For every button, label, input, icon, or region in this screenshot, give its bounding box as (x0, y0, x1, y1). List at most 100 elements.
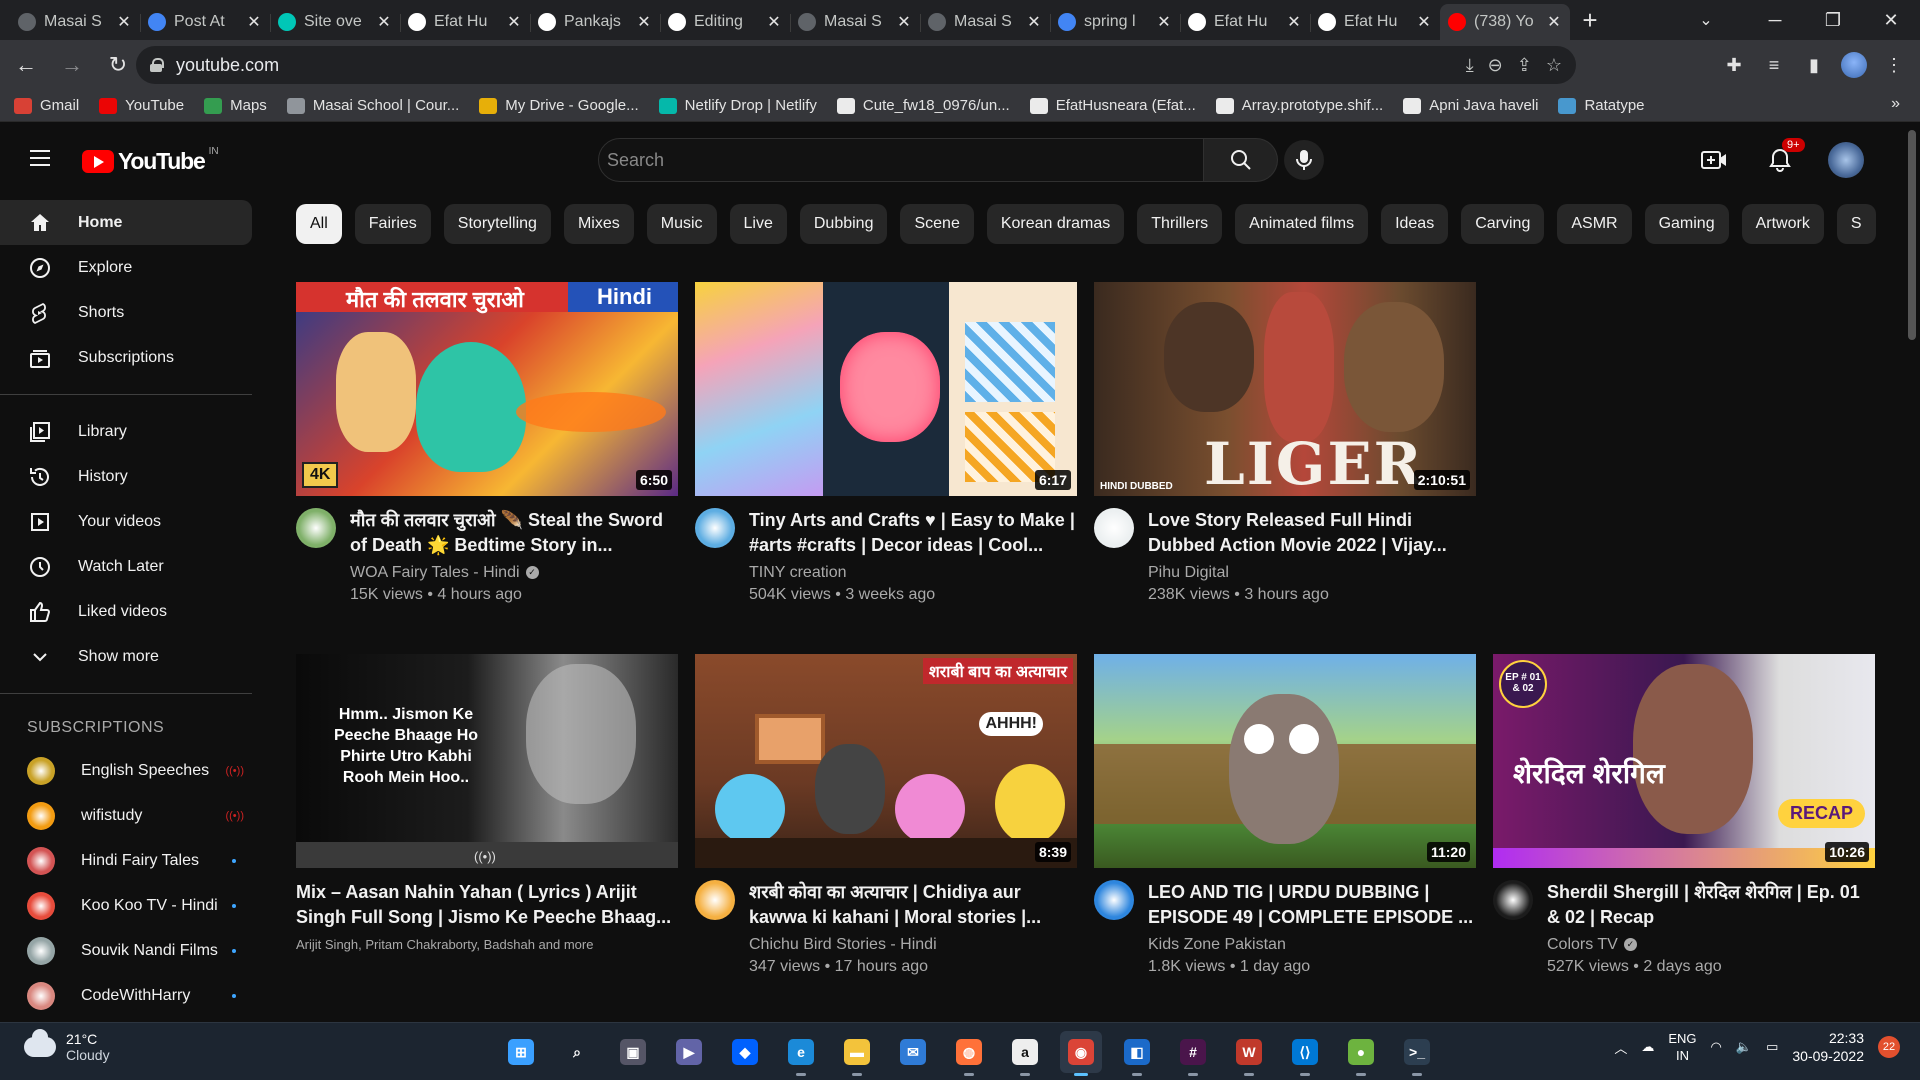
create-video-button[interactable] (1696, 142, 1732, 178)
tray-overflow-icon[interactable]: ︿ (1614, 1038, 1627, 1057)
taskbar-app-firefox[interactable]: ◍ (948, 1031, 990, 1076)
notifications-button[interactable]: 9+ (1762, 138, 1805, 178)
side-panel-icon[interactable]: ▮ (1798, 49, 1830, 81)
channel-avatar[interactable] (695, 508, 735, 548)
bookmark-item[interactable]: EfatHusneara (Efat... (1029, 97, 1196, 114)
sidebar-item-library[interactable]: Library (0, 409, 252, 454)
media-control-icon[interactable]: ≡ (1758, 49, 1790, 81)
channel-avatar[interactable] (1094, 880, 1134, 920)
sidebar-item-show-more[interactable]: Show more (0, 634, 252, 679)
tab-close-icon[interactable]: ✕ (1026, 12, 1042, 32)
search-button[interactable] (1204, 138, 1278, 182)
tab-close-icon[interactable]: ✕ (896, 12, 912, 32)
browser-tab[interactable]: Masai S ✕ (920, 6, 1050, 38)
video-thumbnail[interactable]: मौत की तलवार चुराओ Hindi 4K 6:50 (296, 282, 678, 496)
filter-chip[interactable]: Storytelling (443, 204, 551, 244)
video-card[interactable]: मौत की तलवार चुराओ Hindi 4K 6:50 मौत की तलवा… (296, 282, 678, 606)
video-title[interactable]: मौत की तलवार चुराओ 🪶 Steal the Sword of … (350, 508, 678, 558)
browser-tab[interactable]: Editing ✕ (660, 6, 790, 38)
taskbar-app-remote-desktop[interactable]: ◧ (1116, 1031, 1158, 1076)
channel-name[interactable]: Kids Zone Pakistan (1148, 936, 1286, 953)
url-text[interactable]: youtube.com (176, 55, 279, 76)
taskbar-app-springboot[interactable]: ● (1340, 1031, 1382, 1076)
reload-icon[interactable]: ↻ (98, 45, 138, 85)
filter-chip[interactable]: Fairies (354, 204, 431, 244)
tab-close-icon[interactable]: ✕ (116, 12, 132, 32)
filter-chip[interactable]: Artwork (1741, 204, 1824, 244)
browser-tab[interactable]: spring l ✕ (1050, 6, 1180, 38)
subscription-item[interactable]: CodeWithHarry (0, 973, 252, 1018)
taskbar-app-chrome[interactable]: ◉ (1060, 1031, 1102, 1076)
sidebar-item-your-videos[interactable]: Your videos (0, 499, 252, 544)
video-thumbnail[interactable]: शराबी बाप का अत्याचार AHHH! 8:39 (695, 654, 1077, 868)
menu-kebab-icon[interactable]: ⋮ (1878, 49, 1910, 81)
taskbar-app-dropbox[interactable]: ◆ (724, 1031, 766, 1073)
taskbar-app-vscode[interactable]: ⟨⟩ (1284, 1031, 1326, 1076)
video-title[interactable]: शरबी कोवा का अत्याचार | Chidiya aur kaww… (749, 880, 1077, 930)
profile-icon[interactable] (1838, 49, 1870, 81)
bookmark-item[interactable]: Gmail (14, 97, 79, 114)
filter-chip[interactable]: Animated films (1235, 204, 1369, 244)
sidebar-item-shorts[interactable]: Shorts (0, 290, 252, 335)
video-thumbnail[interactable]: शेरदिल शेरगिल RECAP EP # 01 & 02 10:26 (1493, 654, 1875, 868)
tab-close-icon[interactable]: ✕ (766, 12, 782, 32)
channel-avatar[interactable] (695, 880, 735, 920)
back-icon[interactable]: ← (6, 45, 46, 85)
browser-tab[interactable]: Masai S ✕ (10, 6, 140, 38)
sidebar-item-explore[interactable]: Explore (0, 245, 252, 290)
subscription-item[interactable]: Hindi Fairy Tales (0, 838, 252, 883)
sidebar-item-liked-videos[interactable]: Liked videos (0, 589, 252, 634)
tab-close-icon[interactable]: ✕ (506, 12, 522, 32)
clock[interactable]: 22:33 30-09-2022 (1792, 1029, 1864, 1065)
bookmark-item[interactable]: YouTube (99, 97, 184, 114)
channel-avatar[interactable] (296, 508, 336, 548)
battery-icon[interactable]: ▭ (1766, 1039, 1778, 1055)
sidebar-item-history[interactable]: History (0, 454, 252, 499)
browser-tab[interactable]: (738) Yo ✕ (1440, 4, 1570, 40)
share-icon[interactable]: ⇪ (1517, 55, 1532, 76)
video-thumbnail[interactable]: 11:20 (1094, 654, 1476, 868)
taskbar-app-file-explorer[interactable]: ▬ (836, 1031, 878, 1076)
bookmark-item[interactable]: Netlify Drop | Netlify (658, 97, 817, 114)
filter-chip[interactable]: Music (646, 204, 717, 244)
filter-chip[interactable]: Mixes (563, 204, 634, 244)
account-avatar[interactable] (1828, 142, 1864, 178)
bookmark-item[interactable]: Ratatype (1558, 97, 1645, 114)
filter-chip[interactable]: Korean dramas (986, 204, 1125, 244)
taskbar-app-search[interactable]: ⌕ (556, 1031, 598, 1073)
voice-search-button[interactable] (1284, 140, 1324, 180)
sidebar-item-watch-later[interactable]: Watch Later (0, 544, 252, 589)
video-title[interactable]: LEO AND TIG | URDU DUBBING | EPISODE 49 … (1148, 880, 1476, 930)
video-thumbnail[interactable]: 6:17 (695, 282, 1077, 496)
bookmark-item[interactable]: Apni Java haveli (1403, 97, 1538, 114)
video-card[interactable]: शराबी बाप का अत्याचार AHHH! 8:39 शरबी कोवा … (695, 654, 1077, 978)
video-card[interactable]: 6:17 Tiny Arts and Crafts ♥ | Easy to Mak… (695, 282, 1077, 606)
browser-tab[interactable]: Post At ✕ (140, 6, 270, 38)
language-indicator[interactable]: ENG IN (1668, 1030, 1696, 1064)
tab-search-icon[interactable]: ⌄ (1686, 0, 1726, 40)
close-window-icon[interactable]: ✕ (1862, 0, 1920, 40)
channel-name[interactable]: Arijit Singh, Pritam Chakraborty, Badsha… (296, 937, 593, 952)
address-bar[interactable]: youtube.com ⤓ ⊖ ⇪ ☆ (136, 46, 1576, 84)
taskbar-app-wpm[interactable]: W (1228, 1031, 1270, 1076)
bookmarks-overflow-icon[interactable]: » (1891, 95, 1900, 113)
bookmark-item[interactable]: Maps (204, 97, 267, 114)
filter-chip[interactable]: All (296, 204, 342, 244)
browser-tab[interactable]: Masai S ✕ (790, 6, 920, 38)
subscription-item[interactable]: Koo Koo TV - Hindi (0, 883, 252, 928)
tab-close-icon[interactable]: ✕ (376, 12, 392, 32)
video-card[interactable]: शेरदिल शेरगिल RECAP EP # 01 & 02 10:26 Sherd… (1493, 654, 1875, 978)
filter-chip[interactable]: Carving (1461, 204, 1545, 244)
video-title[interactable]: Mix – Aasan Nahin Yahan ( Lyrics ) Ariji… (296, 880, 678, 930)
tab-close-icon[interactable]: ✕ (1416, 12, 1432, 32)
tab-close-icon[interactable]: ✕ (246, 12, 262, 32)
youtube-logo[interactable]: YouTube IN (82, 146, 219, 175)
video-title[interactable]: Love Story Released Full Hindi Dubbed Ac… (1148, 508, 1476, 558)
filter-chip[interactable]: Live (729, 204, 787, 244)
filter-chip[interactable]: S (1836, 204, 1876, 244)
search-input[interactable] (598, 138, 1204, 182)
browser-tab[interactable]: Pankajs ✕ (530, 6, 660, 38)
notification-center-badge[interactable]: 22 (1878, 1036, 1900, 1058)
taskbar-app-windows-start[interactable]: ⊞ (500, 1031, 542, 1073)
channel-avatar[interactable] (1094, 508, 1134, 548)
